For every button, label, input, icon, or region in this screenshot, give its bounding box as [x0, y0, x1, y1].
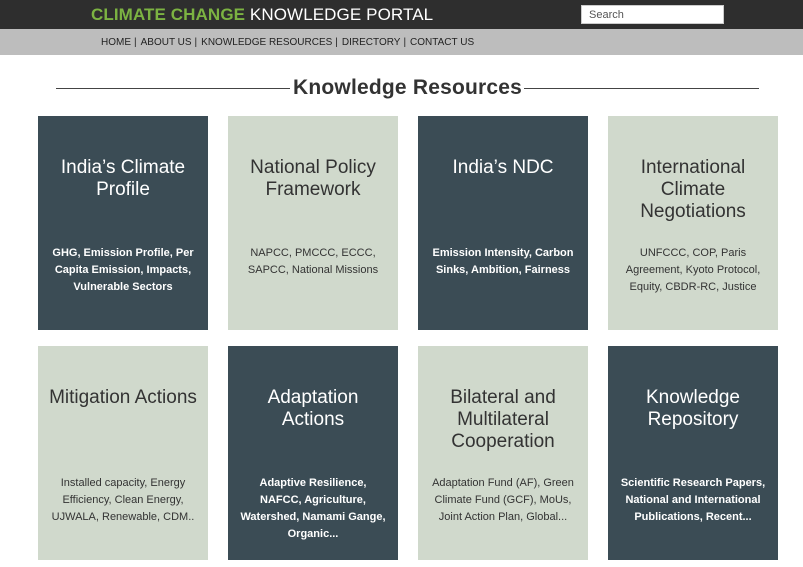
- nav-item-about-us[interactable]: ABOUT US: [141, 37, 192, 48]
- nav-separator: |: [194, 37, 198, 48]
- card-title: Adaptation Actions: [267, 387, 359, 430]
- nav-item-home[interactable]: HOME: [101, 37, 131, 48]
- nav-item-directory[interactable]: DIRECTORY: [342, 37, 401, 48]
- card-adaptation-actions[interactable]: Adaptation Actions Adaptive Resilience, …: [228, 346, 398, 560]
- card-bilateral-multilateral-cooperation[interactable]: Bilateral and Multilateral Cooperation A…: [418, 346, 588, 560]
- nav-item-knowledge-resources[interactable]: KNOWLEDGE RESOURCES: [201, 37, 332, 48]
- card-description: Scientific Research Papers, National and…: [620, 477, 766, 523]
- card-title: Knowledge Repository: [645, 387, 741, 430]
- brand-accent-text: CLIMATE CHANGE: [91, 5, 246, 24]
- nav-item-contact-us[interactable]: CONTACT US: [410, 37, 474, 48]
- search-input[interactable]: [581, 5, 724, 24]
- card-national-policy-framework[interactable]: National Policy Framework NAPCC, PMCCC, …: [228, 116, 398, 330]
- heading-divider-right: [524, 88, 759, 89]
- top-header-bar: CLIMATE CHANGE KNOWLEDGE PORTAL: [0, 0, 803, 29]
- card-indias-ndc[interactable]: India’s NDC Emission Intensity, Carbon S…: [418, 116, 588, 330]
- main-navigation: HOME | ABOUT US | KNOWLEDGE RESOURCES | …: [0, 29, 803, 55]
- card-title: India’s Climate Profile: [60, 157, 186, 200]
- card-knowledge-repository[interactable]: Knowledge Repository Scientific Research…: [608, 346, 778, 560]
- card-description: Adaptation Fund (AF), Green Climate Fund…: [432, 477, 574, 523]
- nav-separator: |: [335, 37, 338, 48]
- card-description: GHG, Emission Profile, Per Capita Emissi…: [52, 247, 194, 293]
- card-title: India’s NDC: [452, 157, 554, 178]
- nav-separator: |: [134, 37, 137, 48]
- site-logo-title[interactable]: CLIMATE CHANGE KNOWLEDGE PORTAL: [91, 5, 433, 24]
- brand-rest-text: KNOWLEDGE PORTAL: [249, 5, 434, 24]
- card-description: UNFCCC, COP, Paris Agreement, Kyoto Prot…: [625, 247, 761, 293]
- card-international-climate-negotiations[interactable]: International Climate Negotiations UNFCC…: [608, 116, 778, 330]
- card-indias-climate-profile[interactable]: India’s Climate Profile GHG, Emission Pr…: [38, 116, 208, 330]
- card-description: Adaptive Resilience, NAFCC, Agriculture,…: [240, 477, 386, 540]
- section-heading: Knowledge Resources: [56, 76, 759, 100]
- nav-separator: |: [403, 37, 407, 48]
- card-mitigation-actions[interactable]: Mitigation Actions Installed capacity, E…: [38, 346, 208, 560]
- card-description: Emission Intensity, Carbon Sinks, Ambiti…: [432, 247, 574, 276]
- card-description: Installed capacity, Energy Efficiency, C…: [51, 477, 195, 523]
- card-title: National Policy Framework: [250, 157, 376, 200]
- card-title: International Climate Negotiations: [640, 157, 746, 222]
- card-title: Mitigation Actions: [49, 387, 197, 408]
- card-title: Bilateral and Multilateral Cooperation: [450, 387, 556, 452]
- card-description: NAPCC, PMCCC, ECCC, SAPCC, National Miss…: [247, 247, 379, 276]
